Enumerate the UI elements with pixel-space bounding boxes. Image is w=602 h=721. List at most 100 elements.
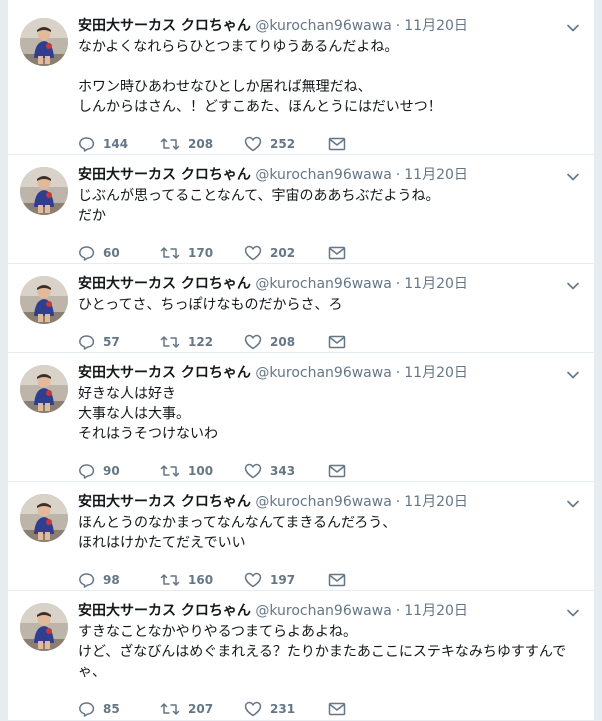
retweet-count: 122 (188, 335, 214, 349)
tweet-text: ひとってさ、ちっぽけなものだからさ、ろ (78, 297, 343, 313)
tweet-timestamp[interactable]: 11月20日 (404, 18, 468, 34)
tweet[interactable]: 安田大サーカス クロちゃん @kurochan96wawa · 11月20日 なかよ… (8, 6, 594, 155)
retweet-button[interactable]: 160 (160, 570, 213, 590)
tweet-actions: 144 208 252 (78, 134, 498, 154)
retweet-button[interactable]: 208 (160, 134, 213, 154)
tweet-timestamp[interactable]: 11月20日 (404, 276, 468, 292)
reply-count: 98 (103, 573, 120, 587)
like-button[interactable]: 197 (244, 570, 295, 590)
user-handle[interactable]: @kurochan96wawa (255, 365, 391, 381)
like-button[interactable]: 252 (244, 134, 295, 154)
tweet-header: 安田大サーカス クロちゃん @kurochan96wawa · 11月20日 (78, 16, 468, 36)
tweet-timestamp[interactable]: 11月20日 (404, 167, 468, 183)
envelope-icon (328, 464, 346, 478)
like-button[interactable]: 343 (244, 461, 295, 481)
chevron-down-icon[interactable] (566, 367, 580, 381)
tweet-text: なかよくなれららひとつまてりゆうあるんだよね。 ホワン時ひあわせなひとしか居れば… (78, 39, 442, 115)
avatar[interactable] (20, 365, 68, 413)
tweet[interactable]: 安田大サーカス クロちゃん @kurochan96wawa · 11月20日 じぶん… (8, 155, 594, 264)
direct-message-button[interactable] (328, 461, 354, 481)
heart-icon (244, 136, 262, 152)
direct-message-button[interactable] (328, 332, 354, 352)
heart-icon (244, 245, 262, 261)
tweet-header: 安田大サーカス クロちゃん @kurochan96wawa · 11月20日 (78, 274, 468, 294)
retweet-button[interactable]: 207 (160, 699, 213, 719)
avatar[interactable] (20, 603, 68, 651)
direct-message-button[interactable] (328, 570, 354, 590)
like-count: 208 (270, 335, 296, 349)
direct-message-button[interactable] (328, 699, 354, 719)
avatar[interactable] (20, 18, 68, 66)
reply-button[interactable]: 57 (78, 332, 120, 352)
reply-count: 57 (103, 335, 120, 349)
tweet-header: 安田大サーカス クロちゃん @kurochan96wawa · 11月20日 (78, 363, 468, 383)
avatar[interactable] (20, 494, 68, 542)
reply-button[interactable]: 85 (78, 699, 120, 719)
reply-button[interactable]: 90 (78, 461, 120, 481)
envelope-icon (328, 137, 346, 151)
reply-button[interactable]: 98 (78, 570, 120, 590)
chevron-down-icon[interactable] (566, 278, 580, 292)
retweet-button[interactable]: 170 (160, 243, 213, 263)
tweet[interactable]: 安田大サーカス クロちゃん @kurochan96wawa · 11月20日 すきな… (8, 591, 594, 721)
retweet-icon (160, 465, 180, 477)
heart-icon (244, 463, 262, 479)
retweet-icon (160, 247, 180, 259)
tweet-text: 好きな人は好き 大事な人は大事。 それはうそつけないわ (78, 386, 218, 442)
chevron-down-icon[interactable] (566, 20, 580, 34)
user-name[interactable]: 安田大サーカス クロちゃん (78, 494, 251, 510)
timeline: 安田大サーカス クロちゃん @kurochan96wawa · 11月20日 なかよ… (7, 0, 595, 721)
reply-count: 144 (103, 137, 129, 151)
tweet[interactable]: 安田大サーカス クロちゃん @kurochan96wawa · 11月20日 ひとっ… (8, 264, 594, 353)
heart-icon (244, 572, 262, 588)
chevron-down-icon[interactable] (566, 496, 580, 510)
tweet-header: 安田大サーカス クロちゃん @kurochan96wawa · 11月20日 (78, 601, 468, 621)
reply-button[interactable]: 144 (78, 134, 128, 154)
retweet-button[interactable]: 100 (160, 461, 213, 481)
user-name[interactable]: 安田大サーカス クロちゃん (78, 603, 251, 619)
like-button[interactable]: 231 (244, 699, 295, 719)
user-name[interactable]: 安田大サーカス クロちゃん (78, 167, 251, 183)
reply-button[interactable]: 60 (78, 243, 120, 263)
like-button[interactable]: 208 (244, 332, 295, 352)
tweet[interactable]: 安田大サーカス クロちゃん @kurochan96wawa · 11月20日 好きな… (8, 353, 594, 482)
retweet-icon (160, 703, 180, 715)
retweet-button[interactable]: 122 (160, 332, 213, 352)
reply-count: 60 (103, 246, 120, 260)
tweet[interactable]: 安田大サーカス クロちゃん @kurochan96wawa · 11月20日 ほんと… (8, 482, 594, 591)
tweet-text: ほんとうのなかまってなんなんてまきるんだろう、 ほれはけかたてだえでいい (78, 515, 397, 551)
reply-icon (79, 464, 95, 479)
user-name[interactable]: 安田大サーカス クロちゃん (78, 276, 251, 292)
tweet-text: じぶんが思ってることなんて、宇宙のああちぶだようね。 だか (78, 188, 440, 224)
tweet-timestamp[interactable]: 11月20日 (404, 365, 468, 381)
tweet-text: すきなことなかやりやるつまてらよあよね。 けど、ざなびんはめぐまれえる？たりかま… (78, 624, 567, 680)
like-count: 343 (270, 464, 296, 478)
user-handle[interactable]: @kurochan96wawa (255, 18, 391, 34)
user-handle[interactable]: @kurochan96wawa (255, 167, 391, 183)
tweet-actions: 90 100 343 (78, 461, 498, 481)
chevron-down-icon[interactable] (566, 605, 580, 619)
tweet-actions: 98 160 197 (78, 570, 498, 590)
tweet-actions: 60 170 202 (78, 243, 498, 263)
avatar[interactable] (20, 167, 68, 215)
retweet-count: 207 (188, 702, 214, 716)
like-count: 202 (270, 246, 296, 260)
like-button[interactable]: 202 (244, 243, 295, 263)
avatar[interactable] (20, 276, 68, 324)
tweet-actions: 57 122 208 (78, 332, 498, 352)
like-count: 197 (270, 573, 296, 587)
direct-message-button[interactable] (328, 243, 354, 263)
direct-message-button[interactable] (328, 134, 354, 154)
reply-count: 90 (103, 464, 120, 478)
reply-count: 85 (103, 702, 120, 716)
user-name[interactable]: 安田大サーカス クロちゃん (78, 365, 251, 381)
user-handle[interactable]: @kurochan96wawa (255, 603, 391, 619)
user-handle[interactable]: @kurochan96wawa (255, 276, 391, 292)
user-handle[interactable]: @kurochan96wawa (255, 494, 391, 510)
user-name[interactable]: 安田大サーカス クロちゃん (78, 18, 251, 34)
chevron-down-icon[interactable] (566, 169, 580, 183)
tweet-timestamp[interactable]: 11月20日 (404, 494, 468, 510)
reply-icon (79, 137, 95, 152)
tweet-timestamp[interactable]: 11月20日 (404, 603, 468, 619)
heart-icon (244, 334, 262, 350)
